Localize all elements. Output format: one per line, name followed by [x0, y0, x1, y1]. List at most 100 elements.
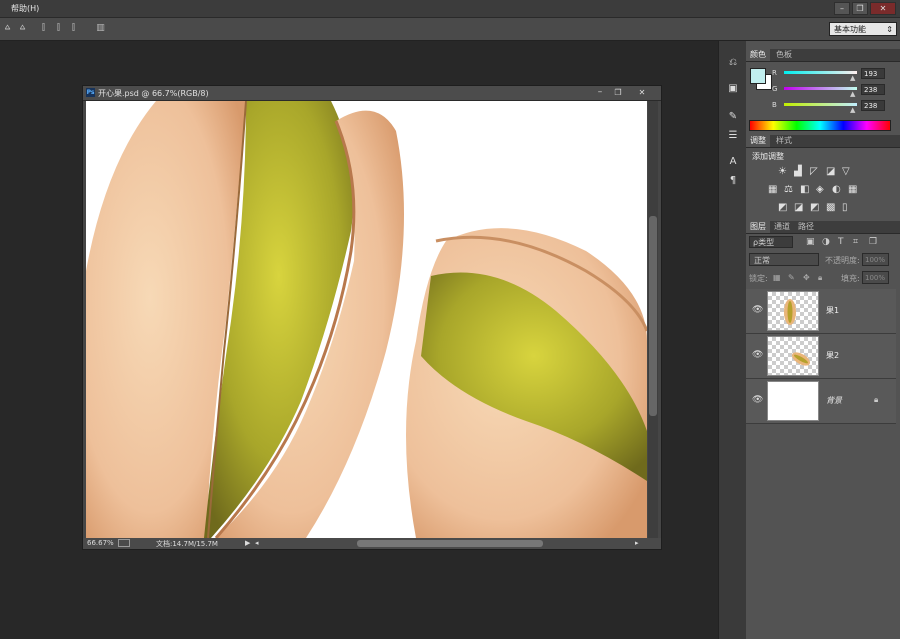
actions-icon[interactable]: ▣	[727, 83, 739, 95]
tab-channels[interactable]: 通道	[770, 221, 794, 233]
slider-handle-icon[interactable]: ▲	[850, 106, 855, 114]
eye-icon[interactable]: 👁︎	[752, 350, 763, 360]
channel-r-label: R	[772, 69, 777, 77]
layer-name[interactable]: 果1	[826, 305, 839, 316]
document-window[interactable]: Ps 开心果.psd @ 66.7%(RGB/8) – ❐ ✕ 66.67% 文…	[82, 85, 662, 550]
paragraph-icon[interactable]: ¶	[727, 175, 739, 187]
tab-paths[interactable]: 路径	[794, 221, 818, 233]
channel-g-value[interactable]: 238	[861, 84, 885, 95]
opacity-field[interactable]: 100%	[862, 253, 889, 266]
brush-icon[interactable]: ✎	[727, 111, 739, 123]
color-panel-tabs: 颜色 色板	[746, 49, 900, 62]
channel-b-label: B	[772, 101, 777, 109]
layers-panel-tabs: 图层 通道 路径	[746, 221, 900, 234]
eye-icon[interactable]: 👁︎	[752, 305, 763, 315]
adj-brightness-icon[interactable]: ☀	[778, 166, 787, 177]
zoom-level[interactable]: 66.67%	[87, 539, 114, 547]
auto-align-icon[interactable]: ▥	[95, 23, 106, 34]
adj-vibrance-icon[interactable]: ▽	[842, 166, 850, 177]
app-minimize-button[interactable]: –	[834, 2, 850, 15]
tab-styles[interactable]: 样式	[772, 135, 796, 147]
fill-field[interactable]: 100%	[862, 271, 889, 284]
app-restore-button[interactable]: ❐	[852, 2, 868, 15]
workspace-select[interactable]: 基本功能 ⇕	[829, 22, 897, 36]
filter-image-icon[interactable]: ▣	[806, 237, 815, 247]
document-title-bar[interactable]: Ps 开心果.psd @ 66.7%(RGB/8) – ❐ ✕	[83, 86, 661, 101]
filter-type-icon[interactable]: T	[838, 237, 844, 247]
fill-label: 填充:	[841, 274, 860, 283]
zoom-preview-icon[interactable]	[118, 539, 130, 547]
distribute-center-icon[interactable]: ⫿	[53, 23, 64, 34]
filter-adjustment-icon[interactable]: ◑	[822, 237, 830, 247]
tab-swatches[interactable]: 色板	[772, 49, 796, 61]
eye-icon[interactable]: 👁︎	[752, 395, 763, 405]
adj-hue-saturation-icon[interactable]: ▦	[768, 184, 777, 195]
layer-row[interactable]: 👁︎ 果2	[746, 334, 896, 379]
adj-channel-mixer-icon[interactable]: ◐	[832, 184, 841, 195]
status-menu-arrow-icon[interactable]: ▶	[245, 539, 250, 547]
lock-all-icon[interactable]: 🔒︎	[818, 273, 822, 283]
doc-minimize-button[interactable]: –	[592, 87, 608, 98]
distribute-right-icon[interactable]: ⫿	[68, 23, 79, 34]
layer-thumbnail	[767, 291, 819, 331]
slider-handle-icon[interactable]: ▲	[850, 90, 855, 98]
tab-adjustments[interactable]: 调整	[746, 135, 770, 147]
vertical-scroll-thumb[interactable]	[649, 216, 657, 416]
menu-help[interactable]: 帮助(H)	[11, 3, 39, 14]
layer-name[interactable]: 背景	[826, 395, 842, 406]
document-canvas[interactable]	[86, 101, 647, 538]
workspace-label: 基本功能	[834, 25, 866, 34]
adj-photo-filter-icon[interactable]: ◈	[816, 184, 824, 195]
brush-preset-icon[interactable]: ☰	[727, 130, 739, 142]
scroll-right-arrow-icon[interactable]: ▸	[635, 539, 639, 547]
pistachio-thumb-icon	[791, 352, 811, 366]
adj-exposure-icon[interactable]: ◪	[826, 166, 835, 177]
adj-color-lookup-icon[interactable]: ▦	[848, 184, 857, 195]
character-icon[interactable]: A	[727, 156, 739, 168]
scroll-left-arrow-icon[interactable]: ◂	[255, 539, 259, 547]
doc-restore-button[interactable]: ❐	[610, 87, 626, 98]
foreground-color-swatch[interactable]	[750, 68, 766, 84]
lock-transparent-icon[interactable]: ▦	[773, 273, 781, 282]
adj-color-balance-icon[interactable]: ⚖	[784, 184, 793, 195]
align-middle-icon[interactable]: ⩠	[17, 23, 28, 34]
align-top-icon[interactable]: ⩠	[2, 23, 13, 34]
layer-row[interactable]: 👁︎ 背景 🔒︎	[746, 379, 896, 424]
blend-mode-select[interactable]: 正常	[749, 253, 819, 266]
horizontal-scroll-thumb[interactable]	[357, 540, 543, 547]
vertical-scrollbar[interactable]	[648, 101, 658, 538]
app-close-button[interactable]: ✕	[870, 2, 896, 15]
adj-gradient-map-icon[interactable]: ▩	[826, 202, 835, 213]
distribute-left-icon[interactable]: ⫿	[38, 23, 49, 34]
lock-pixels-icon[interactable]: ✎	[788, 273, 795, 282]
adj-black-white-icon[interactable]: ◧	[800, 184, 809, 195]
channel-b-slider[interactable]	[784, 103, 857, 106]
filter-smart-object-icon[interactable]: ❐	[869, 237, 877, 247]
filter-shape-icon[interactable]: ⌗	[853, 237, 858, 247]
adj-threshold-icon[interactable]: ◩	[810, 202, 819, 213]
document-info: 文档:14.7M/15.7M	[156, 540, 218, 548]
slider-handle-icon[interactable]: ▲	[850, 74, 855, 82]
adj-posterize-icon[interactable]: ◪	[794, 202, 803, 213]
channel-r-value[interactable]: 193	[861, 68, 885, 79]
channel-g-slider[interactable]	[784, 87, 857, 90]
history-icon[interactable]: ⎌	[727, 57, 739, 69]
tab-layers[interactable]: 图层	[746, 221, 770, 233]
adj-invert-icon[interactable]: ◩	[778, 202, 787, 213]
channel-b-value[interactable]: 238	[861, 100, 885, 111]
adj-curves-icon[interactable]: ◸	[810, 166, 818, 177]
channel-r-slider[interactable]	[784, 71, 857, 74]
tab-color[interactable]: 颜色	[746, 49, 770, 61]
right-panels: 颜色 色板 R ▲ 193 G ▲ 238 B ▲ 238 调整 样式 添加调整…	[746, 41, 900, 639]
color-spectrum-bar[interactable]	[749, 120, 891, 131]
opacity-label: 不透明度:	[825, 256, 860, 265]
layer-name[interactable]: 果2	[826, 350, 839, 361]
layer-row[interactable]: 👁︎ 果1	[746, 289, 896, 334]
adj-selective-color-icon[interactable]: ▯	[842, 202, 848, 213]
adjust-panel-tabs: 调整 样式	[746, 135, 900, 148]
fill-value: 100%	[865, 274, 886, 282]
lock-position-icon[interactable]: ✥	[803, 273, 810, 282]
doc-close-button[interactable]: ✕	[629, 87, 655, 98]
adj-levels-icon[interactable]: ▟	[794, 166, 802, 177]
layer-filter-select[interactable]: ρ类型	[749, 236, 793, 248]
